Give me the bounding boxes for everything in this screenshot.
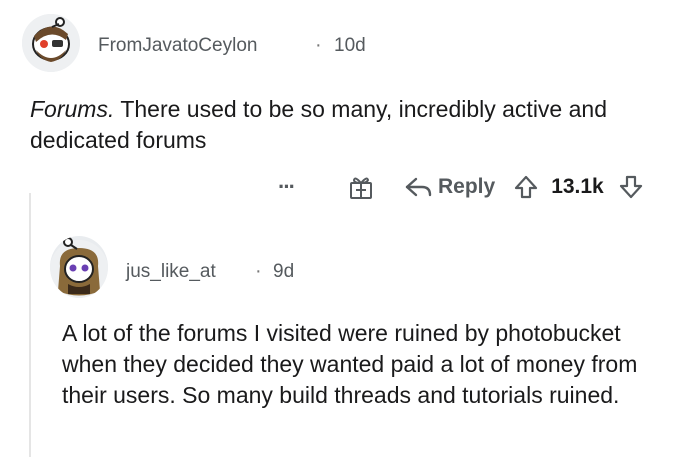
vote-score: 13.1k	[551, 175, 604, 198]
downvote-arrow-icon	[619, 175, 642, 199]
comment-timestamp[interactable]: 10d	[334, 35, 366, 57]
avatar[interactable]	[22, 14, 80, 72]
award-button[interactable]	[348, 174, 374, 200]
reply-label: Reply	[438, 175, 496, 198]
snoo-avatar-icon	[50, 237, 108, 298]
upvote-arrow-icon	[515, 175, 538, 199]
reply-arrow-icon	[405, 177, 432, 197]
upvote-button[interactable]	[513, 174, 539, 200]
comment-body-text: There used to be so many, incredibly act…	[30, 96, 607, 153]
gift-icon	[350, 177, 372, 199]
avatar[interactable]	[50, 236, 108, 298]
reply-author[interactable]: jus_like_at	[126, 261, 216, 283]
reply-body: A lot of the forums I visited were ruine…	[62, 320, 638, 408]
reply-button[interactable]: Reply	[404, 175, 495, 199]
downvote-button[interactable]	[618, 174, 644, 200]
meta-separator: ·	[315, 34, 322, 56]
snoo-avatar-icon	[22, 14, 80, 72]
comment-author[interactable]: FromJavatoCeylon	[98, 35, 257, 57]
comment-body-emphasis: Forums.	[30, 96, 115, 122]
comment-body: Forums. There used to be so many, incred…	[30, 94, 650, 156]
comment-action-bar: ··· Reply 13.1k	[278, 170, 644, 204]
thread-collapse-line[interactable]	[29, 193, 31, 457]
meta-separator: ·	[255, 260, 262, 282]
more-options-button[interactable]: ···	[278, 174, 318, 200]
reply-timestamp[interactable]: 9d	[273, 261, 294, 283]
